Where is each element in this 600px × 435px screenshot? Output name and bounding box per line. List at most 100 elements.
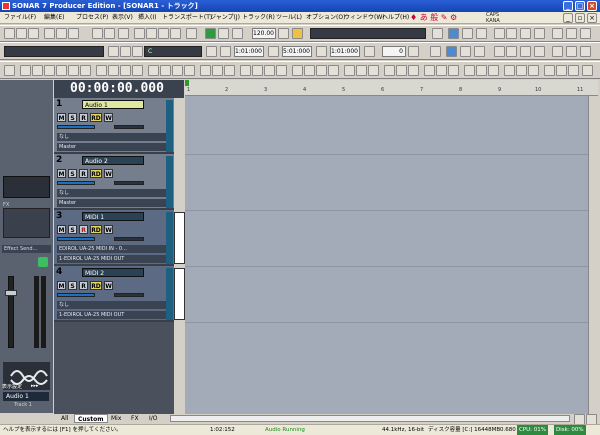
tool-select-icon[interactable] [4,65,15,76]
tool-s-icon[interactable] [252,65,263,76]
cut-icon[interactable] [44,28,55,39]
tool-ad-icon[interactable] [396,65,407,76]
power-icon[interactable] [38,257,48,267]
redo-icon[interactable] [104,28,115,39]
stop-icon[interactable] [146,28,157,39]
tool-e-icon[interactable] [68,65,79,76]
fast-forward-icon[interactable] [170,28,181,39]
read-button[interactable]: RD [90,113,102,122]
doc-minimize-button[interactable]: _ [563,13,573,23]
pan-slider[interactable] [114,237,144,241]
fx-bin[interactable] [3,208,50,238]
group-icon-c[interactable] [460,46,471,57]
tab-mix[interactable]: Mix [108,414,124,423]
track-3[interactable]: 3 MIDI 1 M S R RD W EDIROL UA-25 MIDI IN… [54,210,174,266]
tool-z-icon[interactable] [344,65,355,76]
tool-ac-icon[interactable] [384,65,395,76]
volume-slider[interactable] [57,293,95,297]
tool-i-icon[interactable] [120,65,131,76]
mute-button[interactable]: M [57,169,66,178]
ime-toolbar-icon[interactable]: ♦ あ 般 ✎ ⚙ [410,12,457,24]
toolbar-icon-k[interactable] [580,28,591,39]
menu-track[interactable]: トラック(R) [242,12,275,24]
write-button[interactable]: W [104,169,113,178]
toolbar-icon-e[interactable] [494,28,505,39]
tool-ab-icon[interactable] [368,65,379,76]
output-dropdown[interactable]: Master [57,143,173,151]
volume-slider[interactable] [57,237,95,241]
input-dropdown[interactable]: なし [57,189,173,197]
arm-button[interactable]: R [79,169,88,178]
input-dropdown[interactable]: なし [57,301,173,309]
tool-ai-icon[interactable] [464,65,475,76]
offset-icon[interactable] [408,46,419,57]
group-icon-i[interactable] [552,46,563,57]
tempo-up-icon[interactable] [278,28,289,39]
toolbar-icon-j[interactable] [566,28,577,39]
pan-slider[interactable] [114,181,144,185]
tool-ag-icon[interactable] [436,65,447,76]
tool-af-icon[interactable] [424,65,435,76]
inspector-track-name[interactable]: Audio 1 [3,392,49,401]
tab-fx[interactable]: FX [128,414,142,423]
tool-l-icon[interactable] [160,65,171,76]
input-dropdown[interactable]: EDIROL UA-25 MIDI IN - 0… [57,245,173,253]
output-dropdown[interactable]: 1-EDIROL UA-25 MIDI OUT [57,255,173,263]
punch-icon[interactable] [232,28,243,39]
tab-custom[interactable]: Custom [74,414,108,423]
tool-al-icon[interactable] [504,65,515,76]
group-icon-e[interactable] [494,46,505,57]
volume-slider[interactable] [57,181,95,185]
tool-v-icon[interactable] [292,65,303,76]
paste-icon[interactable] [68,28,79,39]
track-name[interactable]: Audio 1 [82,100,144,109]
tool-o-icon[interactable] [200,65,211,76]
tool-h-icon[interactable] [108,65,119,76]
mute-button[interactable]: M [57,113,66,122]
read-button[interactable]: RD [90,169,102,178]
minimize-button[interactable]: _ [563,1,573,11]
solo-button[interactable]: S [68,281,77,290]
tool-r-icon[interactable] [240,65,251,76]
group-icon-g[interactable] [520,46,531,57]
write-button[interactable]: W [104,113,113,122]
offset-field[interactable]: 0 [382,46,406,57]
tool-c-icon[interactable] [44,65,55,76]
menu-transport[interactable]: トランスポート(T) [162,12,212,24]
toolbar-icon-i[interactable] [552,28,563,39]
volume-slider[interactable] [57,125,95,129]
new-file-icon[interactable] [4,28,15,39]
output-dropdown[interactable]: Master [57,199,173,207]
group-icon-a[interactable] [430,46,441,57]
solo-button[interactable]: S [68,169,77,178]
marker-start-icon[interactable] [220,46,231,57]
preset-delete-icon[interactable] [120,46,131,57]
mute-button[interactable]: M [57,281,66,290]
tool-q-icon[interactable] [224,65,235,76]
tool-u-icon[interactable] [276,65,287,76]
mute-button[interactable]: M [57,225,66,234]
play-icon[interactable] [158,28,169,39]
timeline-ruler[interactable]: 1 2 3 4 5 6 7 8 9 10 11 [185,80,598,96]
record-icon[interactable] [186,28,197,39]
tool-g-icon[interactable] [96,65,107,76]
marker-end-field[interactable]: 5:01:000 [282,46,312,57]
arm-button[interactable]: R [79,281,88,290]
pan-slider[interactable] [114,293,144,297]
menu-edit[interactable]: 編集(E) [44,12,64,24]
tab-all[interactable]: All [58,414,71,423]
toolbar-icon-c[interactable] [462,28,473,39]
menu-jump[interactable]: ジャンプ(J) [210,12,240,24]
write-button[interactable]: W [104,281,113,290]
output-dropdown[interactable]: 1-EDIROL UA-25 MIDI OUT [57,311,173,319]
snap-icon[interactable] [118,28,129,39]
track-name[interactable]: Audio 2 [82,156,144,165]
maximize-button[interactable]: □ [575,1,585,11]
tool-ae-icon[interactable] [408,65,419,76]
tool-x-icon[interactable] [316,65,327,76]
horizontal-scrollbar[interactable] [170,415,570,422]
metronome-icon[interactable] [218,28,229,39]
track-name[interactable]: MIDI 2 [82,268,144,277]
toolbar-icon-f[interactable] [506,28,517,39]
tool-ap-icon[interactable] [556,65,567,76]
